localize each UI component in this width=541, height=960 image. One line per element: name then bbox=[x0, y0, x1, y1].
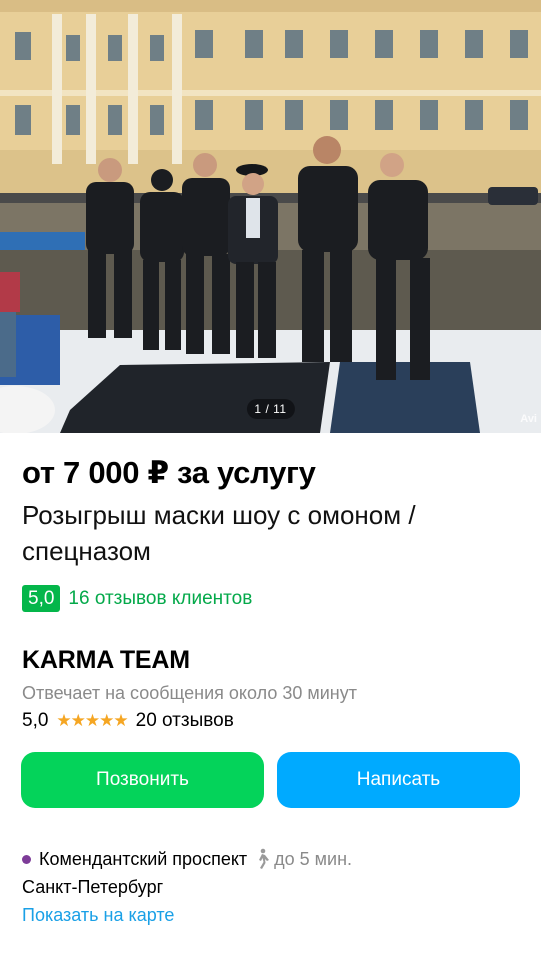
listing-rating-row: 5,0 16 отзывов клиентов bbox=[22, 585, 252, 612]
metro-line-icon bbox=[22, 854, 31, 864]
avito-watermark: Avi bbox=[520, 413, 537, 425]
walk-time: до 5 мин. bbox=[274, 848, 353, 869]
metro-row: Комендантский проспект до 5 мин. bbox=[22, 848, 352, 870]
seller-reviews-link[interactable]: 20 отзывов bbox=[136, 710, 234, 732]
show-on-map-link[interactable]: Показать на карте bbox=[22, 905, 174, 926]
photo-counter: 1 / 11 bbox=[246, 399, 295, 419]
call-button[interactable]: Позвонить bbox=[21, 752, 264, 808]
listing-photo[interactable]: 1 / 11 Avi bbox=[0, 0, 541, 433]
photo-image bbox=[0, 0, 541, 433]
metro-station: Комендантский проспект bbox=[39, 848, 248, 869]
price: от 7 000 ₽ за услугу bbox=[22, 455, 316, 490]
walking-icon bbox=[259, 848, 270, 869]
client-reviews-link[interactable]: 16 отзывов клиентов bbox=[68, 588, 252, 610]
seller-rating-row: 5,0 ★★★★★ 20 отзывов bbox=[22, 710, 234, 732]
rating-badge: 5,0 bbox=[22, 585, 61, 612]
star-rating-icon: ★★★★★ bbox=[56, 711, 128, 730]
seller-rating-value: 5,0 bbox=[22, 710, 49, 731]
listing-title: Розыгрыш маски шоу с омоном / спецназом bbox=[22, 500, 416, 566]
seller-name[interactable]: KARMA TEAM bbox=[22, 646, 190, 675]
message-button[interactable]: Написать bbox=[277, 752, 520, 808]
city: Санкт-Петербург bbox=[22, 877, 164, 897]
response-time: Отвечает на сообщения около 30 минут bbox=[22, 683, 357, 703]
